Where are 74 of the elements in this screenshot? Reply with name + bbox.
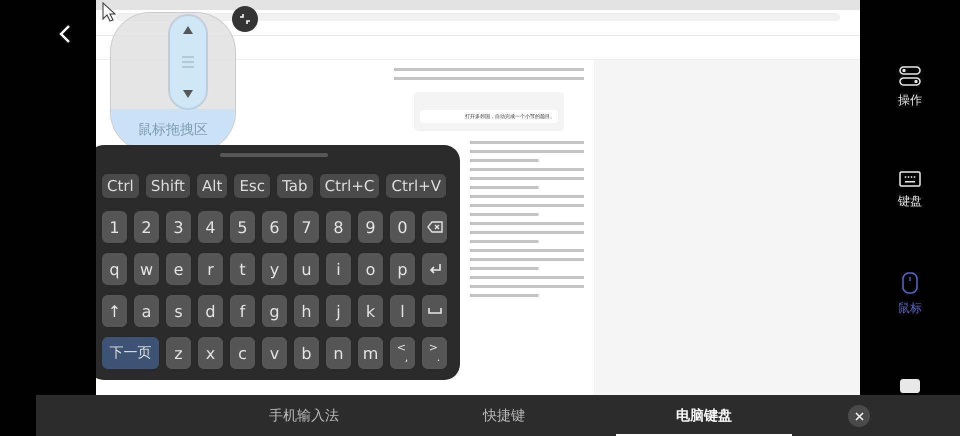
key[interactable]: g [262, 295, 287, 327]
key[interactable]: 9 [358, 211, 383, 243]
backspace-key[interactable] [422, 211, 447, 243]
key[interactable]: d [198, 295, 223, 327]
key[interactable]: l [390, 295, 415, 327]
bottom-tab[interactable]: 电脑键盘 [616, 395, 792, 436]
sidebar-item[interactable]: 鼠标 [894, 268, 926, 321]
drag-handle[interactable] [220, 153, 328, 157]
punctuation-key[interactable]: > . [422, 337, 447, 369]
toggles-icon [899, 66, 921, 86]
modifier-key[interactable]: Shift [146, 174, 190, 198]
punctuation-key[interactable]: < , [390, 337, 415, 369]
card-icon [900, 379, 920, 393]
grip-icon [181, 55, 195, 69]
back-icon [58, 24, 72, 44]
down-triangle-icon [183, 90, 193, 98]
key[interactable]: j [326, 295, 351, 327]
key[interactable]: 0 [390, 211, 415, 243]
key[interactable]: y [262, 253, 287, 285]
key[interactable]: c [230, 337, 255, 369]
modifier-key[interactable]: Esc [234, 174, 270, 198]
key[interactable]: b [294, 337, 319, 369]
modifier-key[interactable]: Ctrl [102, 174, 139, 198]
key[interactable]: 7 [294, 211, 319, 243]
key[interactable]: v [262, 337, 287, 369]
key[interactable]: z [166, 337, 191, 369]
keyboard-icon [899, 171, 921, 187]
key[interactable]: m [358, 337, 383, 369]
close-button[interactable] [848, 405, 870, 427]
key[interactable]: w [134, 253, 159, 285]
sidebar-item[interactable]: 键盘 [894, 167, 926, 214]
scroll-wheel[interactable] [168, 14, 208, 110]
key[interactable]: 2 [134, 211, 159, 243]
space-key[interactable] [422, 295, 447, 327]
sidebar-item[interactable]: 操作 [894, 62, 926, 113]
modifier-key[interactable]: Ctrl+V [386, 174, 446, 198]
enter-icon [428, 263, 442, 275]
key[interactable]: ↑ [102, 295, 127, 327]
key[interactable]: k [358, 295, 383, 327]
modifier-key[interactable]: Tab [277, 174, 313, 198]
key[interactable]: q [102, 253, 127, 285]
key[interactable]: u [294, 253, 319, 285]
key[interactable]: x [198, 337, 223, 369]
bottom-tab[interactable]: 手机输入法 [216, 395, 392, 436]
modifier-key[interactable]: Alt [197, 174, 228, 198]
bottom-tab[interactable]: 快捷键 [416, 395, 592, 436]
key[interactable]: 6 [262, 211, 287, 243]
key[interactable]: n [326, 337, 351, 369]
key[interactable]: r [198, 253, 223, 285]
next-page-key[interactable]: 下一页 [102, 337, 159, 369]
collapse-icon [239, 13, 251, 25]
key[interactable]: 5 [230, 211, 255, 243]
mouse-icon [902, 272, 918, 294]
mouse-pad-label: 鼠标拖拽区 [138, 121, 208, 139]
modifier-key[interactable]: Ctrl+C [320, 174, 380, 198]
key[interactable]: 4 [198, 211, 223, 243]
space-icon [428, 308, 442, 314]
key[interactable]: 1 [102, 211, 127, 243]
enter-key[interactable] [422, 253, 447, 285]
cursor-icon [102, 2, 116, 22]
key[interactable]: p [390, 253, 415, 285]
key[interactable]: s [166, 295, 191, 327]
key[interactable]: h [294, 295, 319, 327]
up-triangle-icon [183, 26, 193, 34]
key[interactable]: t [230, 253, 255, 285]
key[interactable]: e [166, 253, 191, 285]
key[interactable]: f [230, 295, 255, 327]
key[interactable]: 8 [326, 211, 351, 243]
key[interactable]: o [358, 253, 383, 285]
key[interactable]: 3 [166, 211, 191, 243]
close-icon [854, 412, 864, 420]
key[interactable]: i [326, 253, 351, 285]
backspace-icon [426, 221, 442, 233]
key[interactable]: a [134, 295, 159, 327]
